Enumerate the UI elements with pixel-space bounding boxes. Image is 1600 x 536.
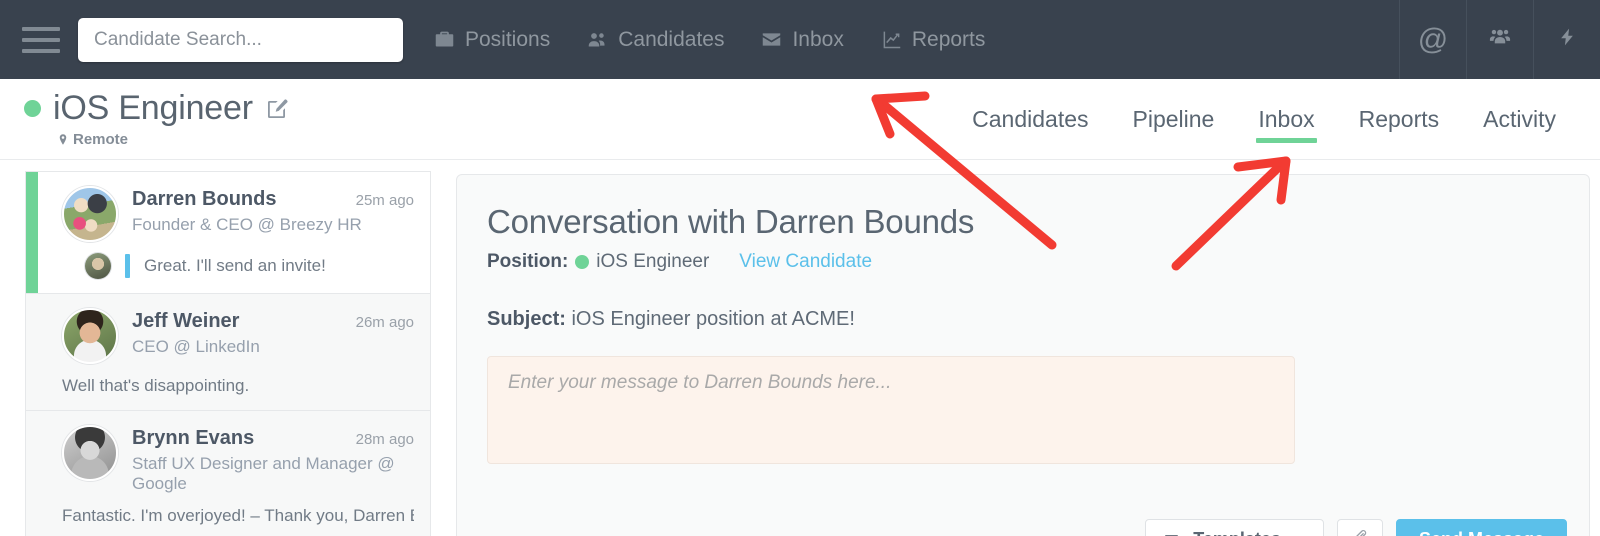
message-actions: Templates Send Message (1145, 519, 1567, 536)
map-pin-icon (57, 132, 69, 147)
conversation-list: Darren Bounds 25m ago Founder & CEO @ Br… (25, 171, 431, 536)
conversation-detail-panel: Conversation with Darren Bounds Position… (456, 174, 1590, 536)
top-nav-right-buttons: @ (1399, 0, 1600, 79)
position-name: iOS Engineer (596, 251, 709, 273)
templates-label: Templates (1193, 529, 1281, 536)
conversation-title: Conversation with Darren Bounds (487, 203, 1559, 241)
subject-row: Subject: iOS Engineer position at ACME! (487, 308, 1559, 331)
conversation-list-item[interactable]: Brynn Evans 28m ago Staff UX Designer an… (25, 411, 431, 536)
briefcase-icon (433, 29, 456, 50)
nav-item-positions[interactable]: Positions (433, 28, 550, 52)
mentions-button[interactable]: @ (1399, 0, 1466, 79)
hamburger-menu-icon[interactable] (22, 27, 60, 53)
position-status-dot (575, 255, 589, 269)
tab-label: Pipeline (1133, 106, 1215, 133)
people-group-icon (1487, 26, 1513, 53)
people-icon (586, 29, 609, 50)
send-label: Send Message (1419, 529, 1544, 536)
tab-reports[interactable]: Reports (1337, 79, 1462, 160)
conversation-position-row: Position: iOS Engineer View Candidate (487, 251, 1559, 273)
nav-item-reports[interactable]: Reports (880, 28, 986, 52)
at-icon: @ (1418, 25, 1448, 55)
inbox-body: Darren Bounds 25m ago Founder & CEO @ Br… (0, 160, 1600, 536)
nav-label: Positions (465, 28, 550, 52)
nav-label: Inbox (792, 28, 843, 52)
tab-inbox[interactable]: Inbox (1236, 79, 1336, 160)
lightning-bolt-icon (1557, 24, 1577, 55)
conversation-time: 25m ago (356, 192, 414, 209)
position-header-bar: iOS Engineer Remote Candidates Pipeline … (0, 79, 1600, 160)
message-input[interactable] (487, 356, 1295, 464)
avatar (62, 308, 118, 364)
position-location: Remote (57, 131, 289, 148)
nav-item-inbox[interactable]: Inbox (760, 28, 843, 52)
tab-label: Reports (1359, 106, 1440, 133)
tab-activity[interactable]: Activity (1461, 79, 1578, 160)
subject-label: Subject: (487, 308, 566, 330)
nav-label: Candidates (618, 28, 724, 52)
tab-pipeline[interactable]: Pipeline (1111, 79, 1237, 160)
chart-line-icon (880, 29, 903, 50)
envelope-icon (760, 29, 783, 50)
activity-button[interactable] (1533, 0, 1600, 79)
conversation-name: Jeff Weiner (132, 310, 239, 333)
app-window: Positions Candidates Inbox Reports (0, 0, 1600, 536)
position-label: Position: (487, 251, 568, 273)
templates-button[interactable]: Templates (1145, 519, 1324, 536)
position-title-group: iOS Engineer Remote (24, 89, 289, 148)
conversation-reply-text: Great. I'll send an invite! (144, 256, 326, 276)
conversation-time: 28m ago (356, 431, 414, 448)
conversation-name: Darren Bounds (132, 188, 276, 211)
view-candidate-link[interactable]: View Candidate (739, 251, 872, 273)
conversation-time: 26m ago (356, 314, 414, 331)
conversation-role: CEO @ LinkedIn (132, 337, 414, 357)
position-tabs: Candidates Pipeline Inbox Reports Activi… (950, 79, 1600, 160)
conversation-list-item[interactable]: Jeff Weiner 26m ago CEO @ LinkedIn Well … (25, 294, 431, 411)
location-label: Remote (73, 131, 128, 148)
tab-candidates[interactable]: Candidates (950, 79, 1110, 160)
attach-button[interactable] (1337, 519, 1383, 536)
envelope-icon (1164, 532, 1184, 536)
tab-clipped-offscreen[interactable]: S (1578, 79, 1600, 160)
tab-label: Activity (1483, 106, 1556, 133)
conversation-snippet: Well that's disappointing. (62, 376, 414, 396)
top-nav-links: Positions Candidates Inbox Reports (433, 28, 985, 52)
conversation-role: Staff UX Designer and Manager @ Google (132, 454, 414, 494)
conversation-role: Founder & CEO @ Breezy HR (132, 215, 414, 235)
conversation-reply-row: Great. I'll send an invite! (62, 253, 414, 279)
top-navigation-bar: Positions Candidates Inbox Reports (0, 0, 1600, 79)
conversation-list-item[interactable]: Darren Bounds 25m ago Founder & CEO @ Br… (25, 171, 431, 294)
edit-pencil-icon[interactable] (265, 97, 289, 121)
page-title: iOS Engineer (53, 89, 253, 128)
conversation-snippet: Fantastic. I'm overjoyed! – Thank you, D… (62, 506, 414, 526)
subject-value: iOS Engineer position at ACME! (571, 308, 854, 330)
paperclip-icon (1350, 528, 1369, 536)
mini-avatar (85, 253, 111, 279)
nav-item-candidates[interactable]: Candidates (586, 28, 724, 52)
nav-label: Reports (912, 28, 986, 52)
tab-label: Candidates (972, 106, 1088, 133)
avatar (62, 425, 118, 481)
conversation-name: Brynn Evans (132, 427, 254, 450)
status-dot (24, 100, 41, 117)
reply-indicator-bar (125, 254, 130, 278)
team-button[interactable] (1466, 0, 1533, 79)
avatar (62, 186, 118, 242)
tab-label: Inbox (1258, 106, 1314, 133)
candidate-search-input[interactable] (78, 18, 403, 62)
send-message-button[interactable]: Send Message (1396, 519, 1567, 536)
